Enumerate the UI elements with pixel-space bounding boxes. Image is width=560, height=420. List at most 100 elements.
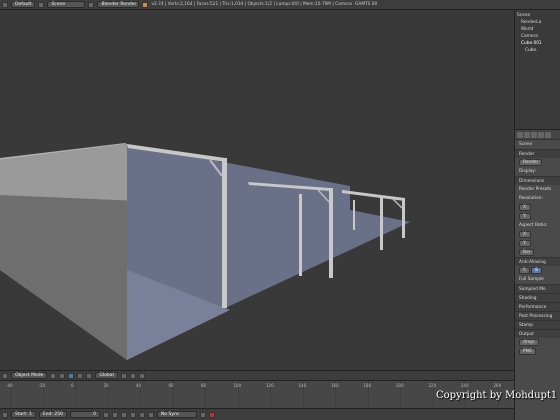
mode-selector[interactable]: Object Mode: [11, 372, 48, 379]
full-sample-checkbox[interactable]: Full Sample: [515, 275, 560, 284]
border-toggle[interactable]: Bor: [519, 249, 535, 256]
start-label: Start:: [15, 412, 28, 417]
render-preview-icon[interactable]: [138, 372, 145, 379]
right-panel: Scene RenderLa World Camera Cube.001 Cub…: [514, 10, 560, 420]
timeline-editor-icon[interactable]: [2, 411, 8, 418]
pillar-1: [222, 158, 227, 308]
sync-selector[interactable]: No Sync: [156, 411, 197, 418]
post-processing-header[interactable]: Post Processing: [515, 311, 560, 320]
scene-tab-icon[interactable]: [531, 132, 537, 138]
render-presets[interactable]: Render Presets: [515, 185, 560, 194]
aspect-y-field[interactable]: Y:: [519, 240, 531, 247]
display-label: Display:: [519, 169, 536, 174]
copyright-watermark: Copyright by Mohdupt1: [436, 390, 558, 401]
pillar-5: [402, 198, 405, 238]
pivot-icon[interactable]: [59, 372, 66, 379]
timeline-gridline: [75, 381, 76, 409]
manipulator-icon[interactable]: [68, 372, 75, 379]
timeline-tick-label: 40: [136, 383, 142, 388]
scene-selector[interactable]: Scene: [47, 1, 86, 8]
info-editor-icon[interactable]: [2, 1, 8, 8]
outliner-item-cube[interactable]: Cube.: [517, 47, 560, 54]
output-path-field[interactable]: /tmp\: [519, 339, 539, 346]
outliner-item-renderlayers[interactable]: RenderLa: [517, 19, 560, 26]
scene-label: Scene: [519, 142, 533, 147]
file-format-selector[interactable]: PNG: [519, 348, 537, 355]
timeline-tick-label: 80: [201, 383, 207, 388]
shading-header[interactable]: Shading: [515, 293, 560, 302]
resolution-y-field[interactable]: Y:: [519, 213, 531, 220]
start-value: 1: [28, 412, 32, 417]
outliner-item-cube001[interactable]: Cube.001: [517, 40, 560, 47]
play-icon[interactable]: [129, 411, 136, 418]
scene-statistics: v2.74 | Verts:2,164 | Faces:521 | Tris:1…: [151, 2, 353, 7]
view-editor-icon[interactable]: [2, 372, 8, 379]
info-header: Default Scene Blender Render v2.74 | Ver…: [0, 0, 560, 10]
timeline-tick-label: 240: [461, 383, 469, 388]
render-engine-selector[interactable]: Blender Render: [97, 1, 140, 8]
object-tab-icon[interactable]: [545, 132, 551, 138]
layout-add-icon[interactable]: [38, 1, 45, 8]
world-tab-icon[interactable]: [538, 132, 544, 138]
render-panel-header[interactable]: Render: [515, 149, 560, 158]
scene-add-icon[interactable]: [88, 1, 95, 8]
stamp-header[interactable]: Stamp: [515, 320, 560, 329]
timeline-tick-label: 20: [103, 383, 109, 388]
resolution-x-field[interactable]: X:: [519, 204, 532, 211]
timeline-tick-label: 100: [233, 383, 242, 388]
jump-end-icon[interactable]: [147, 411, 154, 418]
aa-sample-5[interactable]: 5: [519, 267, 530, 274]
back-wall: [127, 144, 410, 308]
pillar-6: [353, 200, 355, 230]
beam-3: [342, 190, 405, 201]
timeline-tick-label: 140: [298, 383, 307, 388]
next-key-icon[interactable]: [138, 411, 145, 418]
performance-header[interactable]: Performance: [515, 302, 560, 311]
rotate-icon[interactable]: [86, 372, 93, 379]
outliner-item-camera[interactable]: Camera: [517, 33, 560, 40]
end-frame-field[interactable]: End: 250: [38, 411, 67, 418]
aa-sample-8[interactable]: 8: [531, 267, 542, 274]
output-header[interactable]: Output: [515, 329, 560, 338]
jump-start-icon[interactable]: [102, 411, 109, 418]
render-button[interactable]: Render: [519, 159, 543, 166]
3d-viewport[interactable]: [0, 10, 514, 370]
play-reverse-icon[interactable]: [120, 411, 127, 418]
timeline-tick-label: 120: [266, 383, 274, 388]
pillar-2: [299, 194, 302, 276]
outliner-item-world[interactable]: World: [517, 26, 560, 33]
anti-aliasing-header[interactable]: Anti-Aliasing: [515, 257, 560, 266]
layers-icon[interactable]: [120, 372, 127, 379]
pillar-4: [380, 196, 383, 250]
timeline-tick-label: -20: [38, 383, 46, 388]
scene-render: [0, 143, 410, 360]
start-frame-field[interactable]: Start: 1: [11, 411, 36, 418]
timeline-tick-label: -40: [6, 383, 13, 388]
prev-key-icon[interactable]: [111, 411, 118, 418]
aspect-x-field[interactable]: X:: [519, 231, 532, 238]
render-tab-icon[interactable]: [517, 132, 523, 138]
outliner-item-scene[interactable]: Scene: [517, 12, 560, 19]
outliner[interactable]: Scene RenderLa World Camera Cube.001 Cub…: [515, 10, 560, 130]
dimensions-panel-header[interactable]: Dimensions: [515, 176, 560, 185]
orientation-selector[interactable]: Global: [95, 372, 118, 379]
translate-icon[interactable]: [77, 372, 84, 379]
end-label: End:: [42, 412, 53, 417]
end-value: 250: [54, 412, 63, 417]
aspect-ratio-label: Aspect Ratio:: [519, 223, 548, 228]
shading-icon[interactable]: [50, 372, 57, 379]
properties-tabs: [515, 130, 560, 140]
timeline-tick-label: 260: [493, 383, 502, 388]
playback-bar: Start: 1 End: 250 0 No Sync: [0, 408, 514, 420]
3d-view-header: Object Mode Global: [0, 370, 514, 380]
current-frame-field[interactable]: 0: [69, 411, 100, 418]
timeline-tick-label: 160: [331, 383, 339, 388]
pillar-3: [329, 188, 333, 278]
timeline-tick-label: 0: [71, 383, 74, 388]
sampled-motion-header[interactable]: Sampled Mo: [515, 284, 560, 293]
layout-selector[interactable]: Default: [11, 1, 36, 8]
snap-icon[interactable]: [129, 372, 136, 379]
layers-tab-icon[interactable]: [524, 132, 530, 138]
record-icon[interactable]: [208, 411, 215, 418]
keying-icon[interactable]: [199, 411, 206, 418]
